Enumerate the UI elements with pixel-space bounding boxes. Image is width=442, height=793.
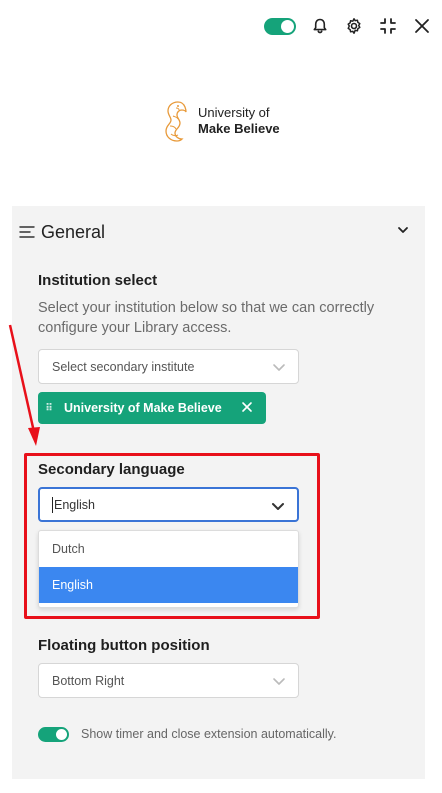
auto-close-toggle[interactable] [38,727,69,742]
logo-line-1: University of [198,105,270,120]
secondary-institute-select[interactable]: Select secondary institute [38,349,299,384]
chevron-down-icon [273,364,285,371]
extension-window: University of Make Believe General Insti… [0,0,442,793]
institution-help-text: Select your institution below so that we… [38,300,375,336]
minimize-icon[interactable] [378,16,398,36]
extension-enabled-toggle[interactable] [264,17,296,35]
secondary-institute-placeholder: Select secondary institute [52,359,195,374]
chevron-down-icon[interactable] [395,222,411,238]
logo-wordmark: University of Make Believe [198,105,280,137]
auto-close-label: Show timer and close extension automatic… [81,727,337,741]
seahorse-logo-icon [165,101,187,142]
gear-icon[interactable] [344,16,364,36]
selected-institution-label: University of Make Believe [64,401,222,415]
annotation-highlight-box [24,453,320,619]
drag-handle-icon[interactable]: ⠿ [38,403,60,414]
floating-button-position-select[interactable]: Bottom Right [38,663,299,698]
close-icon[interactable] [412,16,432,36]
floating-button-position-label: Floating button position [38,637,210,654]
logo-line-2: Make Believe [198,121,280,136]
menu-icon [19,226,35,238]
university-logo: University of Make Believe [156,96,280,146]
remove-chip-icon[interactable] [240,400,254,414]
floating-button-position-value: Bottom Right [52,673,125,688]
selected-institution-chip[interactable]: ⠿ University of Make Believe [38,392,266,424]
panel-header[interactable]: General [18,220,417,244]
institution-select-label: Institution select [38,272,158,289]
chevron-down-icon [273,678,285,685]
general-settings-panel: General Institution select Select your i… [12,206,425,779]
panel-title: General [41,221,106,242]
bell-icon[interactable] [310,16,330,36]
toolbar [264,12,432,40]
